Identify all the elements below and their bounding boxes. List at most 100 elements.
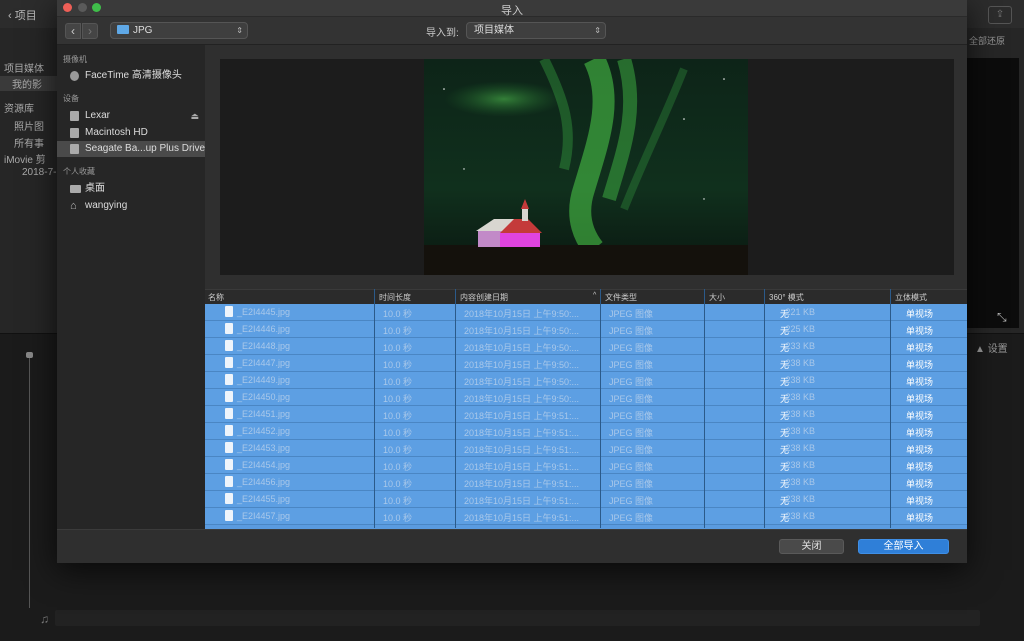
cell-name: _E2I4449.jpg <box>237 375 291 385</box>
music-note-icon: ♫ <box>40 612 49 626</box>
cell-created: 2018年10月15日 上午9:50:... <box>464 343 580 353</box>
column-duration[interactable]: 时间长度 <box>379 292 411 303</box>
import-to-label: 导入到: <box>426 28 459 39</box>
settings-button[interactable]: ▲ 设置 <box>975 340 1008 355</box>
cell-created: 2018年10月15日 上午9:50:... <box>464 309 580 319</box>
cell-stereo: 单视场 <box>906 462 934 472</box>
sidebar-item-home[interactable]: ⌂ wangying <box>57 198 205 214</box>
sort-ascending-icon[interactable]: ^ <box>593 292 596 299</box>
table-row[interactable]: _E2I4454.jpg 10.0 秒 2018年10月15日 上午9:51:...… <box>205 457 967 474</box>
table-row[interactable]: _E2I4447.jpg 10.0 秒 2018年10月15日 上午9:50:...… <box>205 355 967 372</box>
close-button[interactable]: 关闭 <box>779 539 844 554</box>
cell-duration: 10.0 秒 <box>383 513 413 523</box>
back-button[interactable]: ‹ <box>65 23 81 39</box>
sidebar-item-seagate[interactable]: Seagate Ba...up Plus Drive <box>57 141 205 157</box>
sidebar-item-lexar[interactable]: Lexar ⏏ <box>57 108 205 124</box>
cell-name: _E2I4453.jpg <box>237 443 291 453</box>
file-icon <box>225 323 233 334</box>
cell-mode360: 无 <box>780 360 790 370</box>
fullscreen-icon[interactable]: ⤡ <box>997 310 1007 325</box>
table-row[interactable]: _E2I4456.jpg 10.0 秒 2018年10月15日 上午9:51:...… <box>205 474 967 491</box>
cell-stereo: 单视场 <box>906 360 934 370</box>
library-item[interactable]: 照片图 <box>14 118 44 133</box>
library-item[interactable]: 项目媒体 <box>4 60 44 75</box>
library-sidebar: 项目媒体 我的影 资源库 照片图 所有事 iMovie 剪 2018-7- <box>0 28 57 333</box>
back-label: 项目 <box>14 10 37 22</box>
cell-type: JPEG 图像 <box>609 326 654 336</box>
cell-mode360: 无 <box>780 411 790 421</box>
cell-duration: 10.0 秒 <box>383 343 413 353</box>
table-row[interactable]: _E2I4452.jpg 10.0 秒 2018年10月15日 上午9:51:...… <box>205 423 967 440</box>
cell-name: _E2I4454.jpg <box>237 460 291 470</box>
table-row[interactable]: _E2I4457.jpg 10.0 秒 2018年10月15日 上午9:51:...… <box>205 508 967 525</box>
folder-popup[interactable]: JPG ⇕ <box>110 22 248 39</box>
sidebar-item-facetime[interactable]: FaceTime 高清摄像头 <box>57 68 205 84</box>
import-to-value: 项目媒体 <box>474 25 514 36</box>
column-type[interactable]: 文件类型 <box>605 292 637 303</box>
cell-stereo: 单视场 <box>906 309 934 319</box>
eject-icon[interactable]: ⏏ <box>190 108 199 124</box>
cell-name: _E2I4456.jpg <box>237 477 291 487</box>
viewer-pane: 全部还原 ⤡ <box>967 28 1024 333</box>
column-created[interactable]: 内容创建日期 <box>460 292 508 303</box>
cell-type: JPEG 图像 <box>609 394 654 404</box>
forward-button[interactable]: › <box>82 23 98 39</box>
cell-mode360: 无 <box>780 479 790 489</box>
cell-type: JPEG 图像 <box>609 479 654 489</box>
cell-name: _E2I4447.jpg <box>237 358 291 368</box>
column-360-mode[interactable]: 360° 模式 <box>769 292 804 303</box>
column-separator <box>890 289 891 528</box>
cell-name: _E2I4450.jpg <box>237 392 291 402</box>
reset-all-label[interactable]: 全部还原 <box>969 34 1005 47</box>
cell-type: JPEG 图像 <box>609 445 654 455</box>
import-all-button[interactable]: 全部导入 <box>858 539 949 554</box>
dialog-toolbar: ‹ › JPG ⇕ 导入到: 项目媒体 ⇕ <box>57 17 967 45</box>
library-item[interactable]: 2018-7- <box>22 167 56 178</box>
cell-duration: 10.0 秒 <box>383 360 413 370</box>
cell-name: _E2I4446.jpg <box>237 324 291 334</box>
column-name[interactable]: 名称 <box>208 292 224 303</box>
sidebar-item-macintosh-hd[interactable]: Macintosh HD <box>57 125 205 141</box>
cell-size: 238 KB <box>785 494 815 504</box>
table-row[interactable]: _E2I4445.jpg 10.0 秒 2018年10月15日 上午9:50:...… <box>205 304 967 321</box>
table-row[interactable]: _E2I4448.jpg 10.0 秒 2018年10月15日 上午9:50:...… <box>205 338 967 355</box>
import-to-popup[interactable]: 项目媒体 ⇕ <box>466 22 606 39</box>
cell-stereo: 单视场 <box>906 326 934 336</box>
cell-type: JPEG 图像 <box>609 513 654 523</box>
file-icon <box>225 306 233 317</box>
column-size[interactable]: 大小 <box>709 292 725 303</box>
cell-type: JPEG 图像 <box>609 343 654 353</box>
folder-value: JPG <box>133 25 153 36</box>
cell-type: JPEG 图像 <box>609 411 654 421</box>
home-icon: ⌂ <box>70 200 77 212</box>
sidebar-item-desktop[interactable]: 桌面 <box>57 181 205 197</box>
cell-duration: 10.0 秒 <box>383 326 413 336</box>
library-item[interactable]: 我的影 <box>0 76 57 91</box>
cell-size: 238 KB <box>785 426 815 436</box>
cell-size: 238 KB <box>785 443 815 453</box>
cell-stereo: 单视场 <box>906 394 934 404</box>
table-row[interactable]: _E2I4450.jpg 10.0 秒 2018年10月15日 上午9:50:...… <box>205 389 967 406</box>
library-item[interactable]: 所有事 <box>14 135 44 150</box>
library-item: 资源库 <box>4 104 34 115</box>
cell-type: JPEG 图像 <box>609 377 654 387</box>
dialog-title: 导入 <box>501 5 523 17</box>
table-row[interactable]: _E2I4451.jpg 10.0 秒 2018年10月15日 上午9:51:...… <box>205 406 967 423</box>
back-to-projects-button[interactable]: ‹ 项目 <box>8 7 37 23</box>
column-separator <box>455 289 456 528</box>
table-row[interactable]: _E2I4453.jpg 10.0 秒 2018年10月15日 上午9:51:...… <box>205 440 967 457</box>
share-icon[interactable]: ⇪ <box>988 6 1012 24</box>
drive-icon <box>70 128 79 138</box>
column-stereo-mode[interactable]: 立体模式 <box>895 292 927 303</box>
table-row[interactable]: _E2I4446.jpg 10.0 秒 2018年10月15日 上午9:50:...… <box>205 321 967 338</box>
table-row[interactable]: _E2I4449.jpg 10.0 秒 2018年10月15日 上午9:50:...… <box>205 372 967 389</box>
file-icon <box>225 476 233 487</box>
table-row[interactable]: _E2I4455.jpg 10.0 秒 2018年10月15日 上午9:51:...… <box>205 491 967 508</box>
cell-created: 2018年10月15日 上午9:51:... <box>464 513 580 523</box>
library-item[interactable]: iMovie 剪 <box>4 151 46 166</box>
cell-stereo: 单视场 <box>906 411 934 421</box>
cell-type: JPEG 图像 <box>609 309 654 319</box>
file-icon <box>225 374 233 385</box>
cell-duration: 10.0 秒 <box>383 428 413 438</box>
cell-duration: 10.0 秒 <box>383 394 413 404</box>
